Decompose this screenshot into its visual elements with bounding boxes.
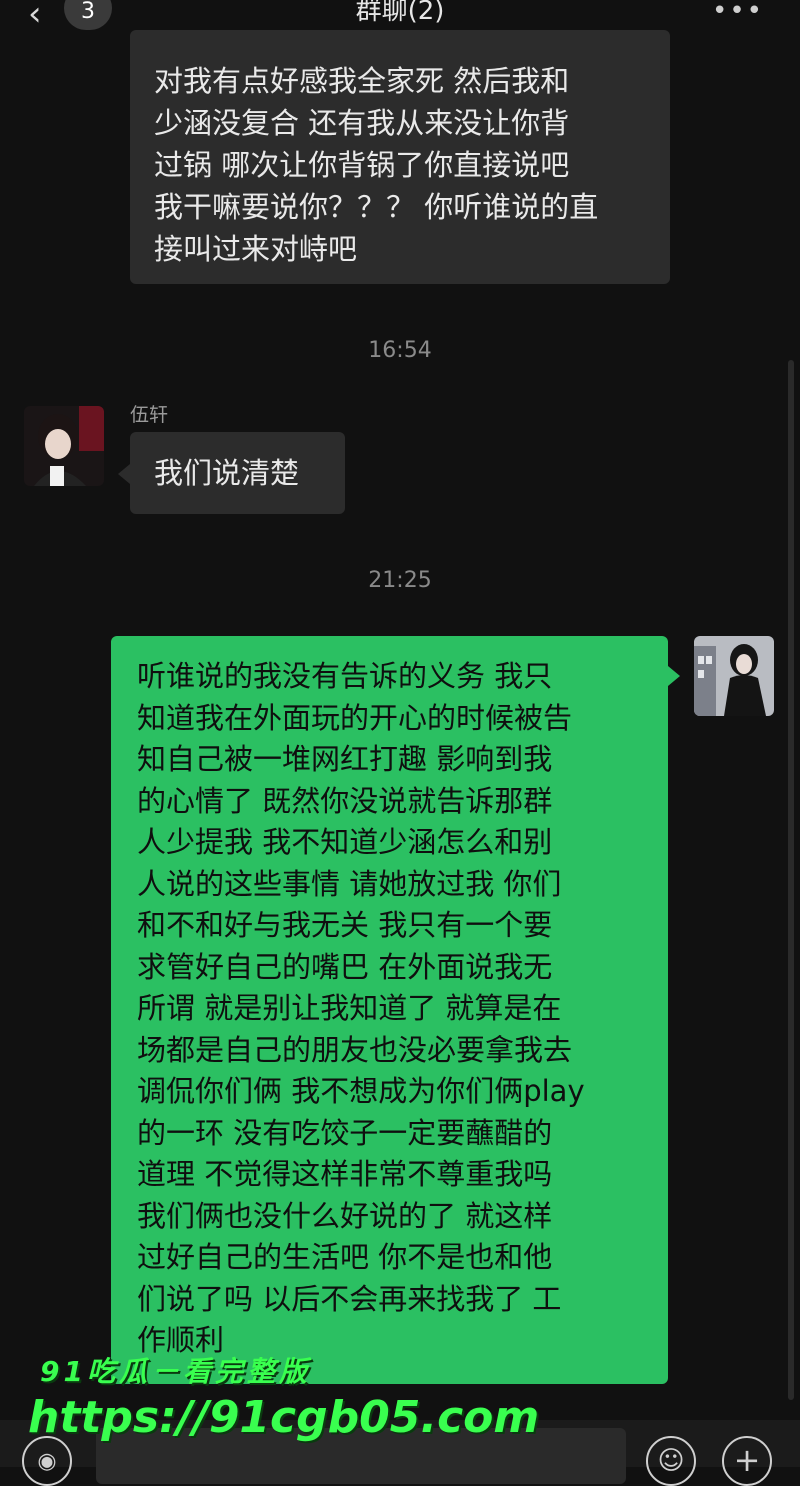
message-line: 求管好自己的嘴巴 在外面说我无 (137, 949, 553, 984)
more-icon[interactable]: ••• (712, 0, 764, 26)
message-line: 场都是自己的朋友也没必要拿我去 (137, 1032, 573, 1067)
watermark-text: 91吃瓜－看完整版 (40, 1355, 311, 1388)
voice-icon[interactable]: ◉ (22, 1436, 72, 1486)
message-bubble-outgoing[interactable]: 听谁说的我没有告诉的义务 我只 知道我在外面玩的开心的时候被告 知自己被一堆网红… (111, 636, 668, 1384)
message-line: 过好自己的生活吧 你不是也和他 (137, 1240, 553, 1274)
message-line: 对我有点好感我全家死 然后我和 (154, 64, 570, 98)
message-line: 的心情了 既然你没说就告诉那群 (137, 783, 553, 818)
message-line: 所谓 就是别让我知道了 就算是在 (137, 991, 562, 1025)
message-line: 知道我在外面玩的开心的时候被告 (137, 700, 573, 735)
bubble-tail (668, 666, 680, 686)
message-line: 人少提我 我不知道少涵怎么和别 (137, 825, 553, 859)
message-line: 的一环 没有吃饺子一定要蘸醋的 (137, 1115, 553, 1150)
sender-name: 伍轩 (130, 404, 169, 426)
message-line: 过锅 哪次让你背锅了你直接说吧 (154, 148, 570, 182)
message-text: 我们说清楚 (154, 456, 300, 490)
bubble-tail (118, 464, 130, 484)
avatar[interactable] (694, 636, 774, 716)
avatar[interactable] (24, 406, 104, 486)
message-line: 我们俩也没什么好说的了 就这样 (137, 1198, 553, 1233)
message-line: 们说了吗 以后不会再来找我了 工 (137, 1281, 562, 1316)
plus-icon[interactable]: + (722, 1436, 772, 1486)
timestamp: 21:25 (368, 568, 432, 593)
watermark-url: https://91cgb05.com (28, 1392, 540, 1443)
message-line: 知自己被一堆网红打趣 影响到我 (137, 742, 553, 776)
message-line: 接叫过来对峙吧 (154, 232, 358, 266)
message-line: 道理 不觉得这样非常不尊重我吗 (137, 1157, 553, 1191)
message-line: 少涵没复合 还有我从来没让你背 (154, 106, 570, 140)
emoji-icon[interactable]: ☺ (646, 1436, 696, 1486)
message-bubble-incoming[interactable]: 对我有点好感我全家死 然后我和 少涵没复合 还有我从来没让你背 过锅 哪次让你背… (130, 30, 670, 284)
message-line: 和不和好与我无关 我只有一个要 (137, 908, 553, 942)
message-line: 听谁说的我没有告诉的义务 我只 (137, 659, 553, 693)
chat-title: 群聊(2) (355, 0, 445, 26)
message-line: 调侃你们俩 我不想成为你们俩play (137, 1074, 585, 1108)
timestamp: 16:54 (368, 338, 432, 363)
scrollbar[interactable] (788, 360, 794, 1400)
message-line: 我干嘛要说你？？？ 你听谁说的直 (154, 190, 599, 224)
message-line: 人说的这些事情 请她放过我 你们 (137, 866, 562, 901)
message-bubble-incoming[interactable]: 我们说清楚 (130, 432, 345, 514)
